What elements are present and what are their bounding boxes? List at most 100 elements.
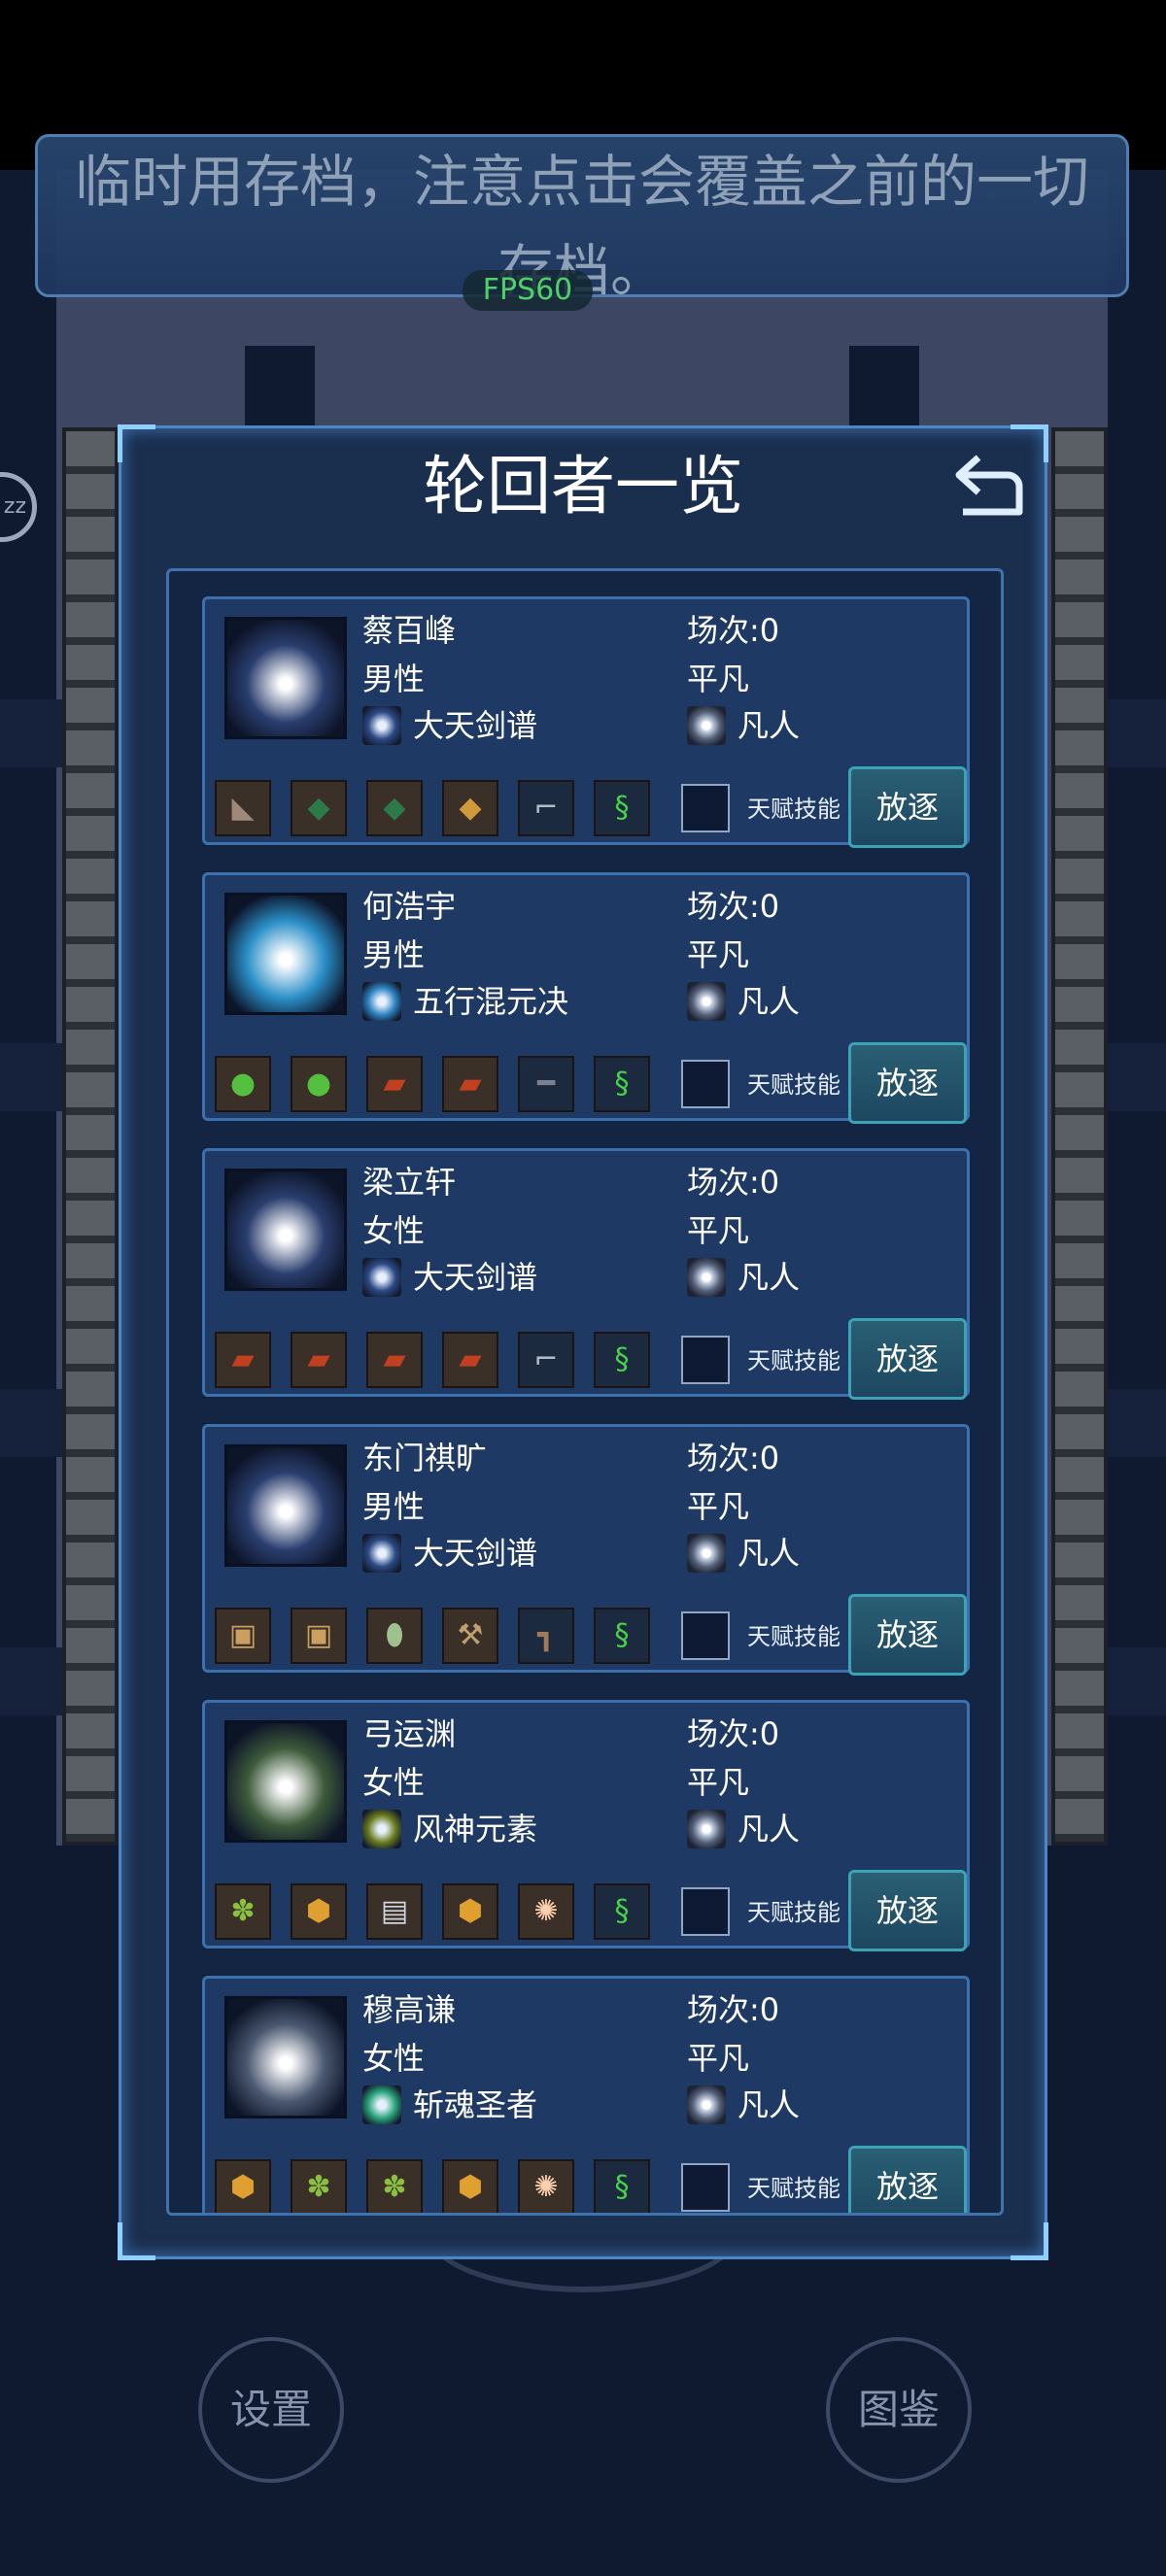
wall-stripe: [0, 1043, 62, 1111]
chest-icon[interactable]: ▣: [215, 1608, 271, 1664]
wall-stripe: [1108, 699, 1166, 767]
corner-decoration: [1011, 2222, 1048, 2260]
book-icon[interactable]: ▤: [366, 1883, 423, 1940]
fps-counter: FPS60: [463, 270, 593, 311]
wall-stripe: [0, 1389, 62, 1457]
skill-name: 大天剑谱: [413, 1535, 538, 1572]
orb-icon[interactable]: ✺: [518, 1883, 574, 1940]
character-rank: 凡人: [737, 1811, 801, 1847]
exile-button[interactable]: 放逐: [848, 1042, 967, 1124]
character-card[interactable]: 蔡百峰 男性 大天剑谱 场次:0 平凡 凡人 ◣ ◆ ◆ ◆ ⌐ § 天赋技能 放逐: [202, 596, 970, 848]
herb-icon[interactable]: ✽: [215, 1883, 271, 1940]
character-rank: 凡人: [737, 1535, 801, 1572]
right-wall: [1108, 170, 1166, 1846]
character-gender: 女性: [362, 1764, 426, 1801]
crystal-gold-icon[interactable]: ◆: [442, 780, 498, 836]
helmet-red-icon[interactable]: ▰: [366, 1332, 423, 1388]
helmet-red-icon[interactable]: ▰: [442, 1056, 498, 1112]
character-portrait[interactable]: [224, 893, 347, 1015]
leaf-icon[interactable]: ⬮: [366, 1608, 423, 1664]
return-arrow-icon[interactable]: [949, 448, 1027, 525]
exile-button[interactable]: 放逐: [848, 2146, 967, 2213]
character-card[interactable]: 弓运渊女性风神元素 场次:0 平凡凡人 ✽ ⬢ ▤ ⬢ ✺ § 天赋技能 放逐: [202, 1700, 970, 1951]
rifle-icon[interactable]: ⌐: [518, 780, 574, 836]
shotgun-icon[interactable]: ━: [518, 1056, 574, 1112]
amber-icon[interactable]: ⬢: [442, 1883, 498, 1940]
skill-icon: [362, 1534, 401, 1573]
talent-skill-checkbox[interactable]: [681, 2163, 730, 2212]
chest-icon[interactable]: ▣: [291, 1608, 347, 1664]
helmet-red-icon[interactable]: ▰: [442, 1332, 498, 1388]
talent-skill-checkbox[interactable]: [681, 1060, 730, 1108]
character-grade: 平凡: [687, 2040, 750, 2077]
helmet-red-icon[interactable]: ▰: [215, 1332, 271, 1388]
character-card[interactable]: 穆高谦 女性 斩魂圣者 场次:0 平凡 凡人 ⬢ ✽ ✽ ⬢ ✺ § 天赋技能 放逐: [202, 1976, 970, 2213]
talent-skill-checkbox[interactable]: [681, 1611, 730, 1660]
character-rank: 凡人: [737, 707, 801, 744]
character-gender: 男性: [362, 661, 426, 697]
battle-count: 场次:0: [687, 1440, 780, 1476]
character-name: 穆高谦: [362, 1991, 457, 2028]
exile-button[interactable]: 放逐: [848, 766, 967, 848]
character-name: 弓运渊: [362, 1715, 457, 1752]
dna-icon[interactable]: §: [594, 780, 650, 836]
character-grade: 平凡: [687, 1764, 750, 1801]
exile-button[interactable]: 放逐: [848, 1318, 967, 1400]
skill-name: 五行混元决: [413, 983, 569, 1020]
settings-button[interactable]: 设置: [198, 2337, 344, 2483]
pistol-icon[interactable]: ┓: [518, 1608, 574, 1664]
talent-skill-checkbox[interactable]: [681, 1336, 730, 1384]
talent-skill-label: 天赋技能: [747, 1899, 840, 1926]
pickaxe-icon[interactable]: ⚒: [442, 1608, 498, 1664]
rail-right: [1051, 427, 1108, 1846]
wall-stripe: [0, 1647, 62, 1715]
character-portrait[interactable]: [224, 1444, 347, 1567]
dna-icon[interactable]: §: [594, 1332, 650, 1388]
amber-icon[interactable]: ⬢: [215, 2159, 271, 2213]
exile-button[interactable]: 放逐: [848, 1594, 967, 1676]
skill-name: 大天剑谱: [413, 707, 538, 744]
skill-icon: [362, 982, 401, 1021]
exile-button[interactable]: 放逐: [848, 1870, 967, 1951]
dna-icon[interactable]: §: [594, 1608, 650, 1664]
crystal-green-icon[interactable]: ◆: [366, 780, 423, 836]
dna-icon[interactable]: §: [594, 2159, 650, 2213]
dna-icon[interactable]: §: [594, 1056, 650, 1112]
character-grade: 平凡: [687, 1488, 750, 1525]
character-rank: 凡人: [737, 983, 801, 1020]
talent-skill-checkbox[interactable]: [681, 1887, 730, 1936]
character-card[interactable]: 梁立轩 女性 大天剑谱 场次:0 平凡 凡人 ▰ ▰ ▰ ▰ ⌐ § 天赋技能 放逐: [202, 1148, 970, 1400]
character-portrait[interactable]: [224, 617, 347, 739]
character-card[interactable]: 何浩宇 男性 五行混元决 场次:0 平凡 凡人 ● ● ▰ ▰ ━ § 天赋技能 放逐: [202, 872, 970, 1124]
character-rank: 凡人: [737, 2086, 801, 2123]
gem-green-icon[interactable]: ●: [215, 1056, 271, 1112]
crystal-green-icon[interactable]: ◆: [291, 780, 347, 836]
character-list[interactable]: 蔡百峰 男性 大天剑谱 场次:0 平凡 凡人 ◣ ◆ ◆ ◆ ⌐ § 天赋技能 放逐 何浩宇 男性 五行混元决场…: [166, 568, 1004, 2216]
amber-icon[interactable]: ⬢: [291, 1883, 347, 1940]
character-gender: 男性: [362, 1488, 426, 1525]
left-wall: [0, 170, 56, 1846]
amber-icon[interactable]: ⬢: [442, 2159, 498, 2213]
dna-icon[interactable]: §: [594, 1883, 650, 1940]
rifle-icon[interactable]: ⌐: [518, 1332, 574, 1388]
rank-icon: [687, 1534, 726, 1573]
orb-icon[interactable]: ✺: [518, 2159, 574, 2213]
corner-decoration: [118, 2222, 155, 2260]
horn-icon[interactable]: ◣: [215, 780, 271, 836]
herb-icon[interactable]: ✽: [366, 2159, 423, 2213]
helmet-red-icon[interactable]: ▰: [291, 1332, 347, 1388]
talent-skill-checkbox[interactable]: [681, 784, 730, 832]
skill-name: 风神元素: [413, 1811, 538, 1847]
herb-icon[interactable]: ✽: [291, 2159, 347, 2213]
character-portrait[interactable]: [224, 1169, 347, 1291]
character-card[interactable]: 东门祺旷 男性 大天剑谱 场次:0 平凡 凡人 ▣ ▣ ⬮ ⚒ ┓ § 天赋技能 放逐: [202, 1424, 970, 1676]
battle-count: 场次:0: [687, 1715, 780, 1752]
character-portrait[interactable]: [224, 1720, 347, 1843]
gallery-button[interactable]: 图鉴: [826, 2337, 972, 2483]
helmet-red-icon[interactable]: ▰: [366, 1056, 423, 1112]
character-gender: 男性: [362, 936, 426, 973]
character-portrait[interactable]: [224, 1996, 347, 2118]
wall-stripe: [1108, 1043, 1166, 1111]
gem-green-icon[interactable]: ●: [291, 1056, 347, 1112]
battle-count: 场次:0: [687, 1991, 780, 2028]
